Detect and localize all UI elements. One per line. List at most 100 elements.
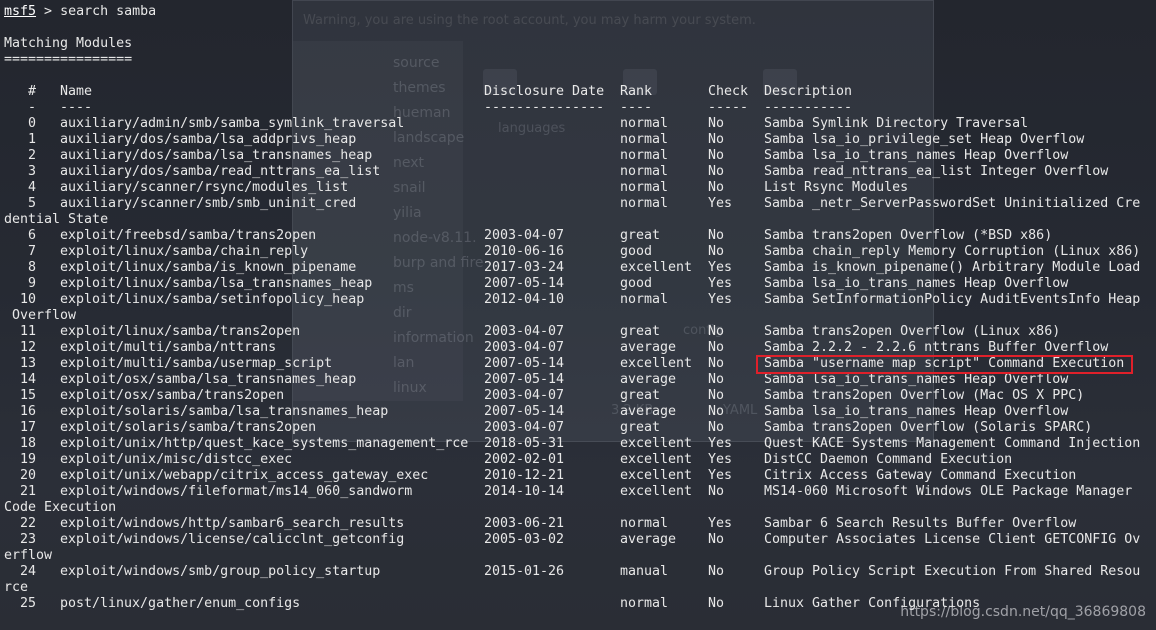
module-rank: excellent <box>620 484 693 499</box>
module-description: Samba lsa_io_privilege_set Heap Overflow <box>764 132 1085 147</box>
module-number: 20 <box>19 468 36 483</box>
table-row: 6 exploit/freebsd/samba/trans2open 2003-04… <box>4 228 1052 244</box>
table-row: 7 exploit/linux/samba/chain_reply 2010-06-… <box>4 244 1140 260</box>
background-tree-item: yilia <box>393 205 422 221</box>
module-number: 8 <box>27 260 36 275</box>
separator-number: - <box>28 100 37 115</box>
module-number: 6 <box>27 228 36 243</box>
module-name: exploit/solaris/samba/lsa_transnames_hea… <box>60 404 389 419</box>
module-description: Samba "username map script" Command Exec… <box>764 356 1125 371</box>
module-description: Samba SetInformationPolicy AuditEventsIn… <box>764 292 1141 307</box>
module-number: 18 <box>19 436 36 451</box>
module-rank: average <box>620 404 677 419</box>
module-name: exploit/linux/samba/lsa_transnames_heap <box>60 276 373 291</box>
module-table-body: 0 auxiliary/admin/smb/samba_symlink_trave… <box>4 116 1140 612</box>
module-description: DistCC Daemon Command Execution <box>764 452 1013 467</box>
module-rank: great <box>620 420 661 435</box>
module-rank: normal <box>620 148 669 163</box>
module-description: Samba trans2open Overflow (Linux x86) <box>764 324 1061 339</box>
background-tree-item: linux <box>393 380 427 396</box>
module-name: exploit/windows/fileformat/ms14_060_sand… <box>60 484 413 499</box>
module-description: Samba _netr_ServerPasswordSet Uninitiali… <box>764 196 1141 211</box>
module-disclosure-date: 2007-05-14 <box>484 404 565 419</box>
table-header-separator: - ---- --------------- ---- ----- ------… <box>4 100 852 116</box>
table-row: 19 exploit/unix/misc/distcc_exec 2002-02-0… <box>4 452 1012 468</box>
module-rank: manual <box>620 564 669 579</box>
module-check: No <box>708 132 725 147</box>
module-number: 11 <box>19 324 36 339</box>
module-disclosure-date: 2007-05-14 <box>484 356 565 371</box>
module-rank: normal <box>620 516 669 531</box>
module-name: exploit/osx/samba/trans2open <box>60 388 285 403</box>
module-disclosure-date: 2003-04-07 <box>484 420 565 435</box>
section-title: Matching Modules <box>4 36 133 51</box>
table-row: 25 post/linux/gather/enum_configs normal No… <box>4 596 980 612</box>
module-number: 24 <box>19 564 36 579</box>
module-name: exploit/multi/samba/nttrans <box>60 340 277 355</box>
column-header-name: Name <box>60 84 93 99</box>
module-check: Yes <box>708 196 733 211</box>
module-disclosure-date: 2002-02-01 <box>484 452 565 467</box>
module-disclosure-date: 2007-05-14 <box>484 276 565 291</box>
section-underline: ================ <box>4 52 133 67</box>
table-row: 0 auxiliary/admin/smb/samba_symlink_trave… <box>4 116 1028 132</box>
module-description: Samba lsa_io_trans_names Heap Overflow <box>764 148 1069 163</box>
module-name: auxiliary/admin/smb/samba_symlink_traver… <box>60 116 405 131</box>
module-disclosure-date: 2015-01-26 <box>484 564 565 579</box>
prompt-symbol: > <box>44 4 53 19</box>
table-row: 3 auxiliary/dos/samba/read_nttrans_ea_lis… <box>4 164 1108 180</box>
module-number: 12 <box>19 340 36 355</box>
table-row: 18 exploit/unix/http/quest_kace_systems_m… <box>4 436 1140 452</box>
table-row: 12 exploit/multi/samba/nttrans 2003-04-07 a… <box>4 340 1108 356</box>
module-disclosure-date: 2010-06-16 <box>484 244 565 259</box>
separator-rank: ---- <box>620 100 653 115</box>
module-name: exploit/linux/samba/is_known_pipename <box>60 260 357 275</box>
module-check: Yes <box>708 292 733 307</box>
module-rank: normal <box>620 180 669 195</box>
module-description: Samba read_nttrans_ea_list Integer Overf… <box>764 164 1109 179</box>
background-folder-tree: source themes hueman landscape next snail yili… <box>393 51 484 401</box>
module-name: auxiliary/dos/samba/read_nttrans_ea_list <box>60 164 381 179</box>
separator-check: ----- <box>708 100 749 115</box>
module-number: 3 <box>27 164 36 179</box>
prompt-user: msf5 <box>4 4 37 19</box>
module-disclosure-date: 2007-05-14 <box>484 372 565 387</box>
module-disclosure-date: 2017-03-24 <box>484 260 565 275</box>
module-rank: great <box>620 388 661 403</box>
separator-name: ---- <box>60 100 93 115</box>
table-header: # Name Disclosure Date Rank Check Descri… <box>4 84 852 100</box>
terminal-window[interactable]: Warning, you are using the root account,… <box>0 0 1156 630</box>
separator-date: --------------- <box>484 100 605 115</box>
module-description: MS14-060 Microsoft Windows OLE Package M… <box>764 484 1133 499</box>
module-name: exploit/multi/samba/usermap_script <box>60 356 333 371</box>
module-description: Samba lsa_io_trans_names Heap Overflow <box>764 404 1069 419</box>
table-row: 20 exploit/unix/webapp/citrix_access_gate… <box>4 468 1076 484</box>
background-type-label: YAML <box>723 403 758 418</box>
module-check: No <box>708 420 725 435</box>
module-check: No <box>708 372 725 387</box>
module-description: Samba Symlink Directory Traversal <box>764 116 1029 131</box>
module-name: exploit/linux/samba/setinfopolicy_heap <box>60 292 365 307</box>
table-row: 11 exploit/linux/samba/trans2open 2003-04-… <box>4 324 1060 340</box>
background-tree-item: snail <box>393 180 426 196</box>
module-check: Yes <box>708 516 733 531</box>
module-check: Yes <box>708 260 733 275</box>
module-rank: excellent <box>620 436 693 451</box>
root-warning-text: Warning, you are using the root account,… <box>303 13 756 28</box>
module-number: 21 <box>19 484 36 499</box>
module-check: No <box>708 388 725 403</box>
module-description: Samba 2.2.2 - 2.2.6 nttrans Buffer Overf… <box>764 340 1109 355</box>
module-disclosure-date: 2012-04-10 <box>484 292 565 307</box>
module-check: No <box>708 596 725 611</box>
command-line: msf5 > search samba <box>4 4 156 20</box>
module-name: exploit/linux/samba/trans2open <box>60 324 301 339</box>
module-rank: great <box>620 324 661 339</box>
background-tree-item: information <box>393 330 474 346</box>
module-name: exploit/unix/misc/distcc_exec <box>60 452 293 467</box>
table-row: 2 auxiliary/dos/samba/lsa_transnames_heap… <box>4 148 1068 164</box>
table-row: 10 exploit/linux/samba/setinfopolicy_heap… <box>4 292 1140 308</box>
column-header-description: Description <box>764 84 853 99</box>
module-name: exploit/freebsd/samba/trans2open <box>60 228 317 243</box>
module-number: 17 <box>19 420 36 435</box>
module-number: 4 <box>27 180 36 195</box>
